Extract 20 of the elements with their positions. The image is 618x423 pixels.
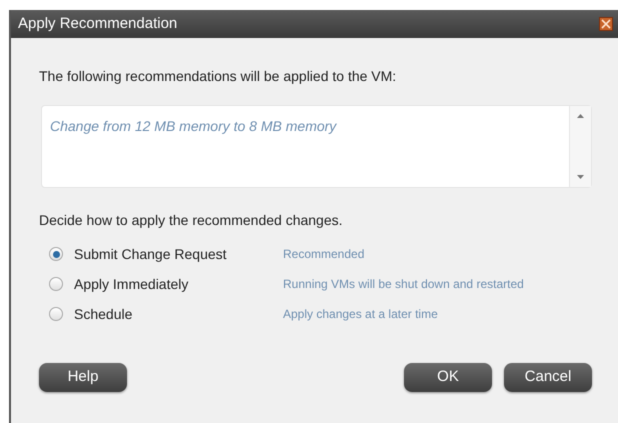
dialog-button[interactable]: Cancel — [504, 363, 592, 392]
option-label: Apply Immediately — [74, 274, 190, 294]
option-label: Submit Change Request — [74, 244, 228, 264]
option-note: Apply changes at a later time — [283, 306, 438, 323]
option-note: Recommended — [283, 246, 364, 263]
dialog-button[interactable]: Help — [39, 363, 127, 392]
intro-text: The following recommendations will be applied to the VM: — [39, 67, 398, 86]
radio-button[interactable] — [49, 247, 63, 261]
radio-button[interactable] — [49, 277, 63, 291]
scroll-up-icon[interactable] — [577, 114, 584, 118]
recommendation-text: Change from 12 MB memory to 8 MB memory — [50, 117, 338, 136]
window-title: Apply Recommendation — [18, 14, 178, 34]
scrollbar[interactable] — [569, 106, 591, 187]
dialog-button[interactable]: OK — [404, 363, 492, 392]
close-icon[interactable] — [599, 17, 613, 31]
prompt-text: Decide how to apply the recommended changes. — [39, 211, 344, 230]
radio-button[interactable] — [49, 307, 63, 321]
option-note: Running VMs will be shut down and restarted — [283, 276, 524, 293]
option-label: Schedule — [74, 304, 134, 324]
scroll-down-icon[interactable] — [577, 175, 584, 179]
